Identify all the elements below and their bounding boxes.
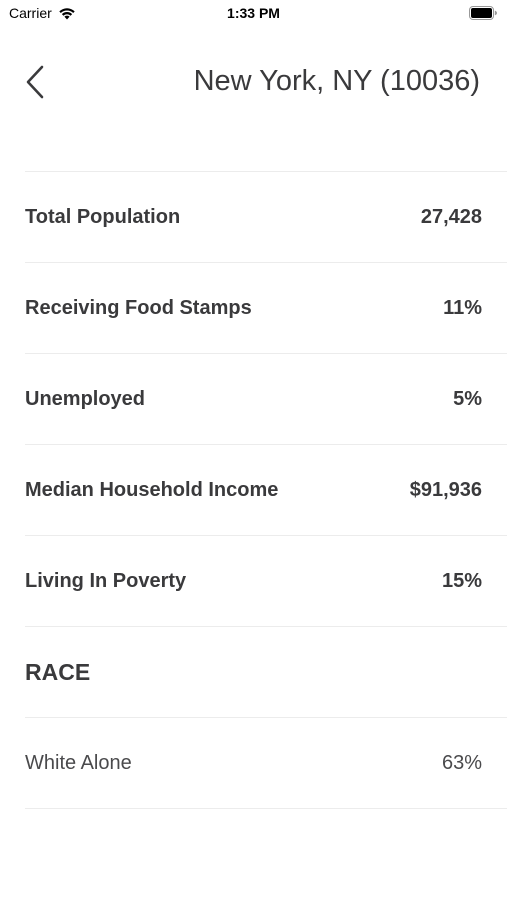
- race-section-header: RACE: [25, 627, 507, 718]
- list-item: Receiving Food Stamps 11%: [25, 263, 507, 354]
- stat-value: 15%: [441, 569, 482, 592]
- list-item: Living In Poverty 15%: [25, 536, 507, 627]
- navigation-bar: New York, NY (10036): [0, 55, 507, 109]
- stats-list: Total Population 27,428 Receiving Food S…: [25, 171, 507, 809]
- race-value: 63%: [441, 751, 482, 774]
- battery-icon: [469, 6, 497, 20]
- stat-label: Unemployed: [25, 387, 146, 410]
- stat-label: Total Population: [25, 205, 181, 228]
- race-label: White Alone: [25, 751, 132, 774]
- list-item: White Alone 63%: [25, 718, 507, 809]
- stat-value: 11%: [443, 296, 482, 319]
- chevron-left-icon: [26, 65, 44, 99]
- status-bar: Carrier 1:33 PM: [0, 0, 507, 28]
- stat-label: Median Household Income: [25, 478, 279, 501]
- stat-label: Receiving Food Stamps: [25, 296, 252, 319]
- stat-value: $91,936: [409, 478, 482, 501]
- list-item: Median Household Income $91,936: [25, 445, 507, 536]
- list-item: Total Population 27,428: [25, 172, 507, 263]
- section-heading: RACE: [25, 658, 91, 685]
- stat-value: 27,428: [420, 205, 482, 228]
- page-title: New York, NY (10036): [193, 65, 480, 97]
- status-time: 1:33 PM: [227, 5, 280, 21]
- stat-value: 5%: [453, 387, 482, 410]
- list-item: Unemployed 5%: [25, 354, 507, 445]
- stat-label: Living In Poverty: [25, 569, 187, 592]
- back-button[interactable]: [20, 63, 50, 101]
